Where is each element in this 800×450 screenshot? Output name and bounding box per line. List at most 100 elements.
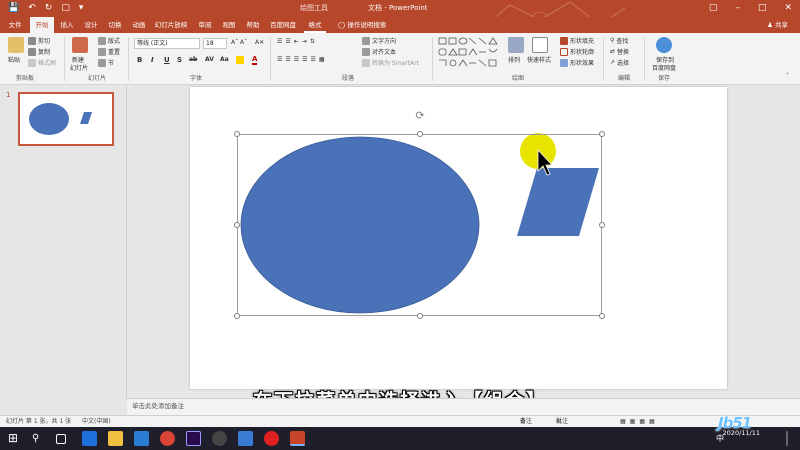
- tab-slideshow[interactable]: 幻灯片放映: [152, 17, 190, 33]
- windows-start-icon[interactable]: ⊞: [8, 431, 23, 446]
- tab-help[interactable]: 帮助: [242, 17, 264, 33]
- customize-icon[interactable]: ▾: [79, 3, 84, 14]
- shapes-gallery[interactable]: [438, 37, 502, 69]
- layout-button[interactable]: 版式: [98, 36, 120, 45]
- quick-styles-label[interactable]: 快速样式: [527, 55, 551, 64]
- resize-handle-s[interactable]: [417, 313, 423, 319]
- find-button[interactable]: ⚲ 查找: [610, 36, 628, 45]
- rotate-handle-icon[interactable]: ⟳: [414, 110, 426, 122]
- resize-handle-ne[interactable]: [599, 131, 605, 137]
- shape-outline-button[interactable]: 形状轮廓: [560, 47, 594, 56]
- shape-outline-label: 形状轮廓: [570, 49, 595, 56]
- maximize-icon[interactable]: □: [758, 0, 767, 17]
- paste-button[interactable]: 粘贴: [8, 55, 20, 64]
- resize-handle-n[interactable]: [417, 131, 423, 137]
- align-text-button[interactable]: 对齐文本: [362, 47, 396, 56]
- tell-me-search[interactable]: ◯ 操作说明搜索: [338, 17, 408, 33]
- record-icon[interactable]: [264, 431, 279, 446]
- case-button[interactable]: Aa: [220, 56, 229, 63]
- language-status[interactable]: 中文(中国): [82, 416, 111, 427]
- baidu-cloud-icon[interactable]: [656, 37, 672, 53]
- spacing-button[interactable]: AV: [205, 56, 214, 63]
- tab-transitions[interactable]: 切换: [104, 17, 126, 33]
- group-divider: [432, 37, 433, 81]
- arrange-label[interactable]: 排列: [508, 55, 520, 64]
- list-icons[interactable]: ☰☰⇤⇥⇅: [277, 38, 318, 45]
- new-slide-icon[interactable]: [72, 37, 88, 53]
- powerpoint-icon[interactable]: [290, 431, 305, 446]
- tab-home[interactable]: 开始: [30, 17, 54, 33]
- tab-animations[interactable]: 动画: [128, 17, 150, 33]
- reset-button[interactable]: 重置: [98, 47, 120, 56]
- undo-icon[interactable]: ↶: [28, 3, 36, 14]
- close-icon[interactable]: ✕: [784, 0, 792, 17]
- tab-review[interactable]: 审阅: [194, 17, 216, 33]
- font-size-combo[interactable]: 18: [203, 38, 227, 49]
- shape-effects-button[interactable]: 形状效果: [560, 58, 594, 67]
- save-icon[interactable]: 💾: [8, 3, 19, 14]
- brush-icon: [28, 58, 36, 67]
- text-direction-button[interactable]: 文字方向: [362, 36, 396, 45]
- collapse-ribbon-icon[interactable]: ˆ: [786, 73, 789, 80]
- select-button[interactable]: ↗ 选择: [610, 58, 629, 67]
- task-view-icon[interactable]: [56, 434, 66, 444]
- chrome-icon[interactable]: [160, 431, 175, 446]
- notes-pane[interactable]: 单击此处添加备注: [127, 398, 800, 415]
- grow-font-icon[interactable]: Aˆ Aˇ: [231, 39, 247, 46]
- edge-icon[interactable]: [82, 431, 97, 446]
- tab-baidu[interactable]: 百度网盘: [266, 17, 300, 33]
- minimize-icon[interactable]: –: [735, 0, 740, 17]
- bold-button[interactable]: B: [137, 56, 142, 64]
- group-selection-box[interactable]: [237, 134, 602, 316]
- quick-styles-icon[interactable]: [532, 37, 548, 53]
- resize-handle-sw[interactable]: [234, 313, 240, 319]
- shadow-button[interactable]: S: [177, 56, 182, 64]
- quick-access-toolbar: 💾 ↶ ↻ ▢ ▾: [8, 3, 83, 14]
- phone-icon[interactable]: [238, 431, 253, 446]
- group-clipboard-label: 剪贴板: [16, 75, 35, 82]
- resize-handle-e[interactable]: [599, 222, 605, 228]
- italic-button[interactable]: I: [151, 56, 154, 64]
- group-drawing-label: 绘图: [512, 75, 525, 82]
- font-name-combo[interactable]: 等线 (正文): [134, 38, 200, 49]
- tab-format[interactable]: 格式: [304, 17, 326, 33]
- font-color-button[interactable]: A: [252, 56, 258, 65]
- clear-format-icon[interactable]: A✕: [255, 39, 264, 46]
- replace-button[interactable]: ⇄ 替换: [610, 47, 629, 56]
- resize-handle-nw[interactable]: [234, 131, 240, 137]
- slide-thumbnail[interactable]: [18, 92, 114, 146]
- resize-handle-w[interactable]: [234, 222, 240, 228]
- tell-me-label: 操作说明搜索: [347, 21, 387, 29]
- shape-fill-label: 形状填充: [570, 38, 595, 45]
- paste-icon[interactable]: [8, 37, 24, 53]
- view-buttons[interactable]: ▦▦▦▦: [620, 416, 659, 427]
- align-icons[interactable]: ☰☰☰☰☰▦: [277, 56, 328, 63]
- save-to-label-2[interactable]: 百度网盘: [652, 63, 676, 72]
- cut-button[interactable]: 剪切: [28, 36, 50, 45]
- resize-handle-se[interactable]: [599, 313, 605, 319]
- show-desktop-button[interactable]: [786, 431, 788, 446]
- tab-insert[interactable]: 插入: [56, 17, 78, 33]
- section-button[interactable]: 节: [98, 58, 114, 67]
- strikethrough-button[interactable]: ab: [189, 56, 197, 63]
- highlight-icon[interactable]: [236, 56, 244, 64]
- shape-fill-button[interactable]: 形状填充: [560, 36, 594, 45]
- tab-design[interactable]: 设计: [80, 17, 102, 33]
- app-icon[interactable]: [212, 431, 227, 446]
- underline-button[interactable]: U: [164, 56, 170, 64]
- redo-icon[interactable]: ↻: [45, 3, 53, 14]
- tab-file[interactable]: 文件: [4, 17, 26, 33]
- present-icon[interactable]: ▢: [61, 3, 70, 14]
- search-icon[interactable]: ⚲: [32, 431, 47, 446]
- ribbon-display-icon[interactable]: ▢: [709, 0, 718, 17]
- copy-button[interactable]: 复制: [28, 47, 50, 56]
- format-painter-button[interactable]: 格式刷: [28, 58, 56, 67]
- share-button[interactable]: ♟ 共享: [767, 17, 788, 33]
- new-slide-label-2[interactable]: 幻灯片: [70, 63, 88, 72]
- premiere-icon[interactable]: [186, 431, 201, 446]
- smartart-button[interactable]: 转换为 SmartArt: [362, 58, 419, 67]
- arrange-icon[interactable]: [508, 37, 524, 53]
- file-explorer-icon[interactable]: [108, 431, 123, 446]
- store-icon[interactable]: [134, 431, 149, 446]
- tab-view[interactable]: 视图: [218, 17, 240, 33]
